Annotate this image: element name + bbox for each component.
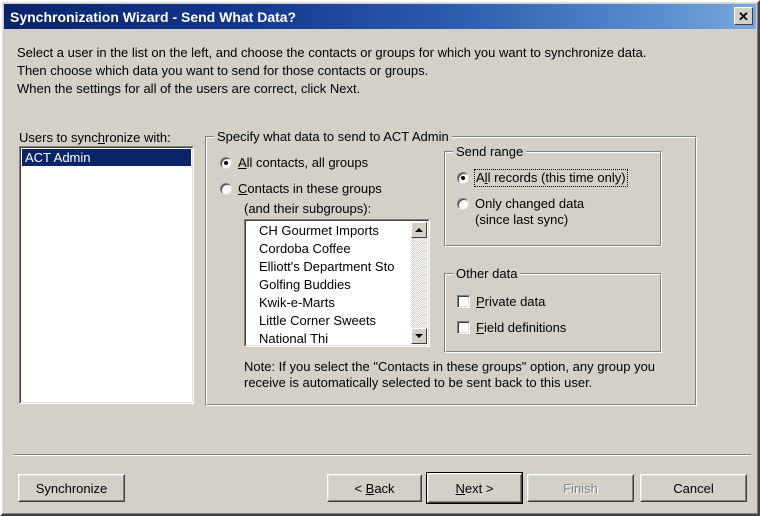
- window-title: Synchronization Wizard - Send What Data?: [10, 8, 297, 25]
- groups-items-container: CH Gourmet Imports Cordoba Coffee Elliot…: [247, 222, 399, 345]
- finish-button-label: Finish: [563, 480, 598, 496]
- synchronize-button-label: Synchronize: [35, 480, 108, 496]
- radio-only-changed-data[interactable]: Only changed data (since last sync): [457, 196, 584, 228]
- button-bar-separator: [13, 454, 751, 456]
- groupbox-title: Other data: [453, 266, 521, 281]
- radio-all-records-label: All records (this time only): [474, 169, 628, 187]
- checkbox-indicator-icon: [457, 295, 470, 308]
- radio-indicator-icon: [220, 183, 232, 195]
- users-listbox[interactable]: ACT Admin: [19, 146, 194, 404]
- synchronize-button[interactable]: Synchronize: [18, 474, 125, 502]
- scroll-down-button[interactable]: [411, 328, 427, 344]
- list-item[interactable]: ACT Admin: [22, 149, 191, 166]
- instruction-line-2: Then choose which data you want to send …: [17, 63, 429, 78]
- radio-indicator-icon: [457, 198, 469, 210]
- next-button[interactable]: Next >: [426, 472, 523, 504]
- radio-indicator-icon: [220, 157, 232, 169]
- groups-listbox-inner: CH Gourmet Imports Cordoba Coffee Elliot…: [245, 220, 429, 346]
- instruction-line-1: Select a user in the list on the left, a…: [17, 45, 647, 60]
- radio-all-records[interactable]: All records (this time only): [457, 169, 628, 187]
- radio-only-changed-sublabel: (since last sync): [475, 212, 569, 227]
- list-item[interactable]: National Thi: [247, 330, 399, 345]
- groups-list-scrollbar[interactable]: [411, 222, 427, 344]
- finish-button: Finish: [527, 474, 634, 502]
- title-bar: Synchronization Wizard - Send What Data?…: [4, 4, 756, 29]
- checkbox-private-data[interactable]: Private data: [457, 294, 545, 309]
- radio-all-contacts-label: All contacts, all groups: [238, 155, 369, 170]
- close-button[interactable]: ✕: [734, 7, 753, 25]
- checkbox-field-definitions[interactable]: Field definitions: [457, 320, 566, 335]
- list-item[interactable]: Little Corner Sweets: [247, 312, 399, 330]
- next-button-label: Next >: [455, 480, 494, 496]
- send-range-groupbox: Send range All records (this time only) …: [444, 144, 662, 247]
- scroll-up-button[interactable]: [411, 222, 427, 238]
- close-icon: ✕: [738, 8, 749, 24]
- radio-contacts-in-these-groups[interactable]: Contacts in these groups: [220, 181, 382, 197]
- instruction-line-3: When the settings for all of the users a…: [17, 81, 361, 96]
- back-button-label: < Back: [354, 480, 395, 496]
- groupbox-title: Send range: [453, 144, 527, 159]
- scroll-down-arrow-icon: [415, 334, 423, 338]
- other-data-groupbox: Other data Private data Field definition…: [444, 266, 662, 353]
- cancel-button-label: Cancel: [673, 480, 714, 496]
- note-text: Note: If you select the "Contacts in the…: [244, 359, 656, 390]
- list-item[interactable]: Golfing Buddies: [247, 276, 399, 294]
- users-listbox-inner: ACT Admin: [20, 147, 193, 403]
- checkbox-indicator-icon: [457, 321, 470, 334]
- radio-only-changed-label: Only changed data: [475, 196, 585, 211]
- radio-all-contacts-all-groups[interactable]: All contacts, all groups: [220, 155, 368, 171]
- checkbox-field-definitions-label: Field definitions: [476, 320, 567, 335]
- groups-sublabel: (and their subgroups):: [244, 201, 372, 216]
- radio-contacts-groups-label: Contacts in these groups: [238, 181, 382, 196]
- list-item[interactable]: Elliott's Department Sto: [247, 258, 399, 276]
- back-button[interactable]: < Back: [327, 474, 422, 502]
- users-list-label: Users to synchronize with:: [19, 130, 171, 145]
- list-item[interactable]: CH Gourmet Imports: [247, 222, 399, 240]
- cancel-button[interactable]: Cancel: [640, 474, 747, 502]
- synchronization-wizard-dialog: Synchronization Wizard - Send What Data?…: [0, 0, 760, 516]
- radio-indicator-icon: [457, 172, 469, 184]
- list-item[interactable]: Kwik-e-Marts: [247, 294, 399, 312]
- groups-listbox[interactable]: CH Gourmet Imports Cordoba Coffee Elliot…: [244, 219, 430, 347]
- specify-data-groupbox: Specify what data to send to ACT Admin A…: [205, 129, 697, 406]
- list-item[interactable]: Cordoba Coffee: [247, 240, 399, 258]
- scroll-up-arrow-icon: [415, 228, 423, 232]
- groupbox-title: Specify what data to send to ACT Admin: [214, 129, 452, 144]
- groupbox-inner-border: [445, 274, 661, 352]
- instruction-text: Select a user in the list on the left, a…: [17, 44, 737, 98]
- checkbox-private-data-label: Private data: [476, 294, 546, 309]
